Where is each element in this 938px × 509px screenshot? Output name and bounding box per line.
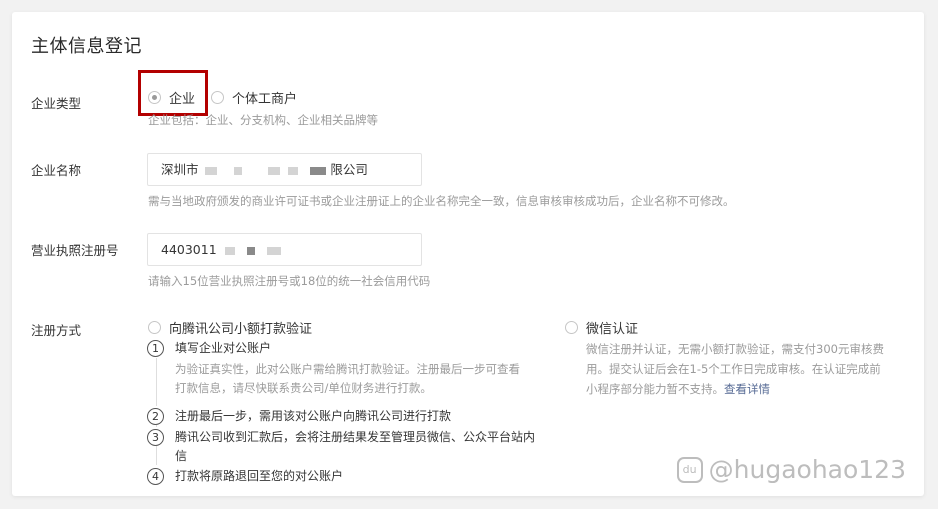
step-title: 打款将原路退回至您的对公账户: [175, 469, 344, 483]
redacted-block: [268, 166, 281, 175]
radio-icon[interactable]: [148, 91, 161, 104]
radio-icon[interactable]: [565, 321, 578, 334]
enterprise-name-input[interactable]: 深圳市 限公司: [147, 153, 422, 186]
watermark-text: @hugaohao123: [708, 455, 906, 484]
radio-option-individual[interactable]: 个体工商户: [211, 88, 297, 107]
redacted-block: [234, 166, 243, 175]
enterprise-type-hint: 企业包括：企业、分支机构、企业相关品牌等: [148, 113, 378, 127]
enterprise-name-label: 企业名称: [31, 163, 82, 178]
step-connector: [156, 446, 157, 465]
step-connector: [156, 425, 157, 427]
radio-icon[interactable]: [148, 321, 161, 334]
watermark: du @hugaohao123: [676, 455, 906, 484]
step-title-line: 腾讯公司收到汇款后，会将注册结果发至管理员微信、公众平台站内: [175, 430, 536, 444]
step-description-line: 为验证真实性，此对公账户需给腾讯打款验证。注册最后一步可查看: [175, 362, 520, 376]
redacted-block: [246, 246, 255, 255]
license-number-label: 营业执照注册号: [31, 243, 119, 258]
step-description: 为验证真实性，此对公账户需给腾讯打款验证。注册最后一步可查看 打款信息，请尽快联…: [175, 360, 520, 398]
registration-card: 主体信息登记 企业类型 企业 个体工商户 企业包括：企业、分支机构、企业相关品牌…: [12, 12, 924, 496]
radio-label: 个体工商户: [232, 92, 298, 107]
step-title: 腾讯公司收到汇款后，会将注册结果发至管理员微信、公众平台站内 信: [175, 428, 535, 466]
page-title: 主体信息登记: [31, 36, 142, 57]
registration-method-label: 注册方式: [31, 323, 82, 338]
step-number: 1: [147, 340, 164, 357]
description-line: 小程序部分能力暂不支持。: [586, 382, 724, 396]
redacted-block: [310, 166, 327, 175]
radio-option-bank-transfer[interactable]: 向腾讯公司小额打款验证: [148, 318, 312, 337]
step-title: 注册最后一步，需用该对公账户向腾讯公司进行打款: [175, 409, 452, 423]
step-number: 2: [147, 408, 164, 425]
step-connector: [156, 358, 157, 406]
view-details-link[interactable]: 查看详情: [724, 382, 770, 396]
license-number-prefix: 4403011: [161, 242, 217, 257]
redacted-block: [266, 246, 281, 255]
license-number-hint: 请输入15位营业执照注册号或18位的统一社会信用代码: [148, 274, 431, 288]
step-description-line: 打款信息，请尽快联系贵公司/单位财务进行打款。: [175, 381, 432, 395]
redacted-block: [224, 246, 235, 255]
radio-option-wechat-verification[interactable]: 微信认证: [565, 318, 638, 337]
radio-label: 微信认证: [586, 322, 639, 337]
license-number-input[interactable]: 4403011: [147, 233, 422, 266]
radio-label: 向腾讯公司小额打款验证: [169, 322, 313, 337]
description-line: 微信注册并认证，无需小额打款验证，需支付300元审核费: [586, 342, 884, 356]
step-number: 4: [147, 468, 164, 485]
redacted-block: [204, 166, 217, 175]
enterprise-name-prefix: 深圳市: [161, 162, 199, 177]
description-line: 用。提交认证后会在1-5个工作日完成审核。在认证完成前: [586, 362, 881, 376]
radio-label: 企业: [169, 92, 196, 107]
enterprise-type-label: 企业类型: [31, 96, 82, 111]
redacted-block: [288, 166, 299, 175]
enterprise-name-suffix: 限公司: [330, 162, 368, 177]
enterprise-name-hint: 需与当地政府颁发的商业许可证书或企业注册证上的企业名称完全一致，信息审核审核成功…: [148, 194, 735, 208]
wechat-verification-description: 微信注册并认证，无需小额打款验证，需支付300元审核费 用。提交认证后会在1-5…: [586, 339, 884, 399]
radio-option-enterprise[interactable]: 企业: [148, 88, 195, 107]
step-title: 填写企业对公账户: [175, 341, 272, 355]
radio-icon[interactable]: [211, 91, 224, 104]
paw-icon: du: [676, 456, 703, 483]
step-title-line: 信: [175, 449, 188, 463]
step-number: 3: [147, 429, 164, 446]
